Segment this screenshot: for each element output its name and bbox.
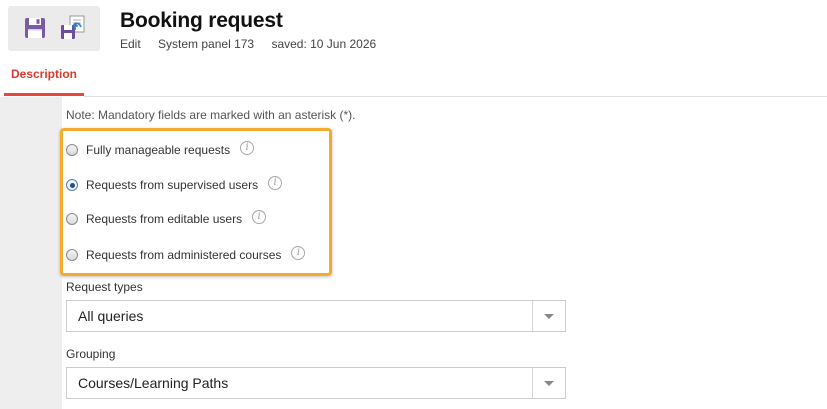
tab-divider — [84, 96, 827, 97]
radio-editable-users[interactable]: Requests from editable users i — [66, 209, 267, 227]
info-icon[interactable]: i — [291, 245, 306, 260]
save-button[interactable] — [20, 13, 50, 43]
floppy-disk-icon — [25, 18, 45, 38]
dropdown-toggle[interactable] — [532, 368, 565, 398]
save-as-button[interactable] — [58, 13, 88, 43]
radio-label: Requests from supervised users — [86, 178, 259, 192]
grouping-select[interactable]: Courses/Learning Paths — [66, 367, 566, 399]
radio-fully-manageable[interactable]: Fully manageable requests i — [66, 140, 255, 158]
radio-button[interactable] — [66, 249, 78, 261]
radio-label: Requests from editable users — [86, 212, 243, 226]
info-icon[interactable]: i — [240, 140, 255, 155]
toolbar — [8, 6, 100, 51]
dropdown-toggle[interactable] — [532, 301, 565, 331]
radio-administered-courses[interactable]: Requests from administered courses i — [66, 245, 306, 263]
grouping-label: Grouping — [66, 347, 116, 361]
radio-button[interactable] — [66, 144, 78, 156]
radio-label: Fully manageable requests — [86, 143, 231, 157]
save-as-icon — [61, 15, 85, 39]
chevron-down-icon — [544, 380, 554, 386]
request-types-label: Request types — [66, 280, 143, 294]
tab-description[interactable]: Description — [4, 62, 84, 96]
chevron-down-icon — [544, 313, 554, 319]
mandatory-note: Note: Mandatory fields are marked with a… — [66, 108, 356, 122]
page-meta: Edit System panel 173 saved: 10 Jun 2026 — [120, 37, 390, 51]
saved-label: saved: 10 Jun 2026 — [271, 37, 377, 51]
mode-label: Edit — [120, 37, 141, 51]
request-types-value: All queries — [78, 308, 144, 324]
info-icon[interactable]: i — [252, 209, 267, 224]
request-types-select[interactable]: All queries — [66, 300, 566, 332]
page-title: Booking request — [120, 9, 283, 32]
radio-button[interactable] — [66, 213, 78, 225]
grouping-value: Courses/Learning Paths — [78, 375, 229, 391]
panel-label: System panel 173 — [158, 37, 255, 51]
left-gutter — [0, 97, 62, 409]
radio-label: Requests from administered courses — [86, 248, 282, 262]
info-icon[interactable]: i — [268, 175, 283, 190]
radio-button-selected[interactable] — [66, 179, 78, 191]
radio-supervised-users[interactable]: Requests from supervised users i — [66, 175, 283, 193]
